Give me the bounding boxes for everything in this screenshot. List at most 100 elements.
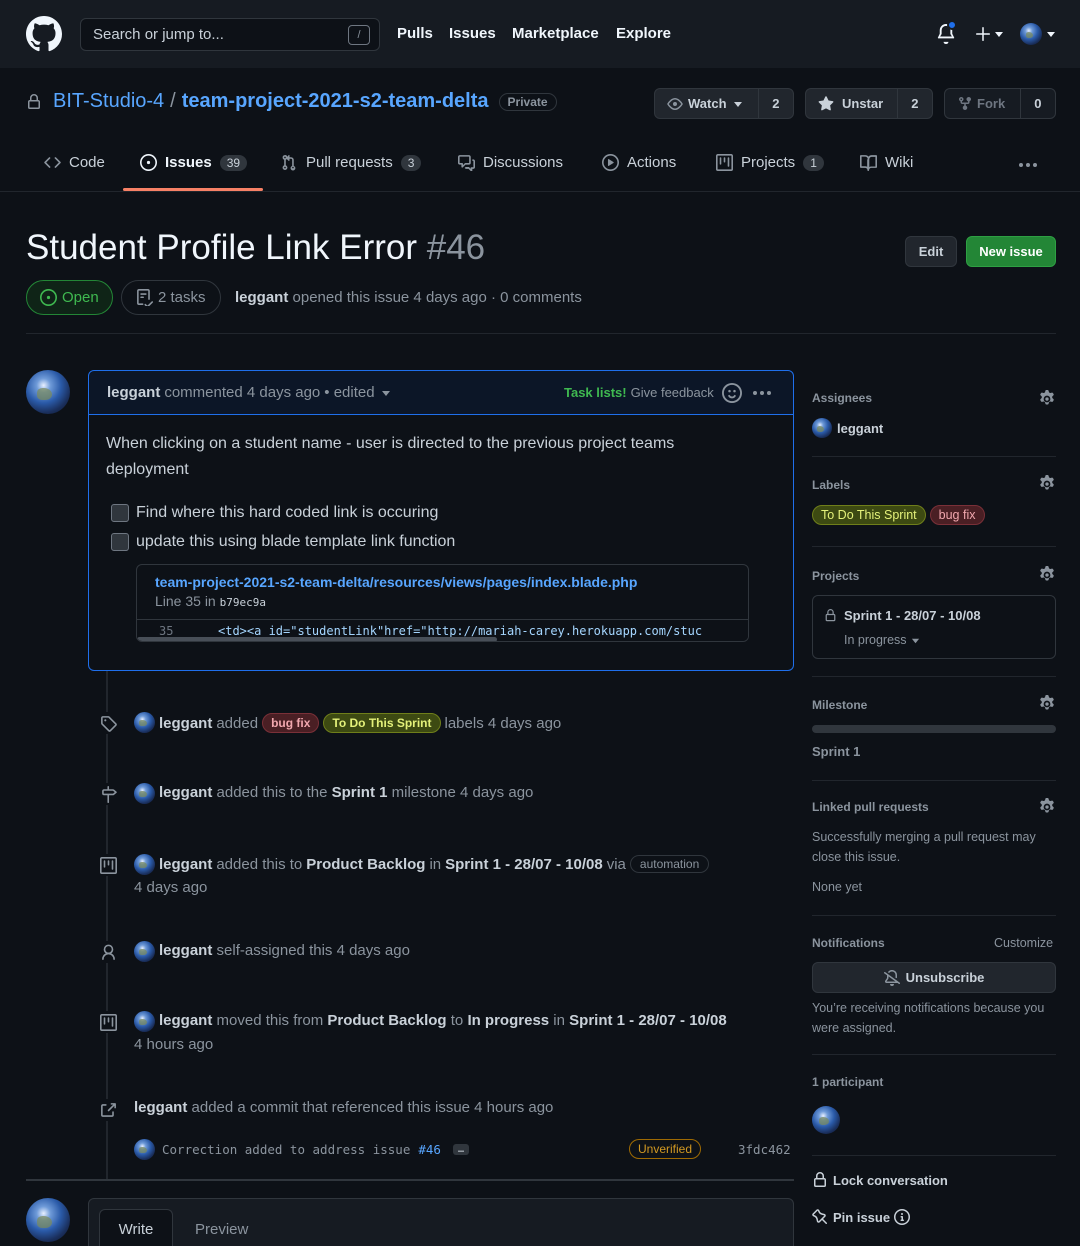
- participant-avatar[interactable]: [812, 1106, 840, 1134]
- sidebar-divider: [812, 780, 1056, 781]
- label-to-do-this-sprint[interactable]: To Do This Sprint: [323, 713, 441, 733]
- gear-icon[interactable]: [1038, 390, 1056, 408]
- repo-owner-link[interactable]: BIT-Studio-4: [53, 90, 164, 113]
- info-icon[interactable]: [894, 1209, 911, 1225]
- project-card-name[interactable]: Sprint 1 - 28/07 - 10/08: [844, 608, 981, 623]
- repo-name-link[interactable]: team-project-2021-s2-team-delta: [182, 90, 489, 113]
- fork-count[interactable]: 0: [1019, 89, 1055, 118]
- notifications-bell-icon[interactable]: [936, 20, 957, 44]
- tab-issues[interactable]: Issues 39: [140, 154, 248, 171]
- unsubscribe-button[interactable]: Unsubscribe: [812, 962, 1056, 993]
- commit-author-avatar[interactable]: [134, 1139, 155, 1160]
- commit-row: Correction added to address issue #46 …: [162, 1142, 469, 1157]
- lock-conversation-button[interactable]: Lock conversation: [812, 1172, 948, 1188]
- commit-message-link[interactable]: Correction added to address issue: [162, 1142, 410, 1157]
- assignee-name-link[interactable]: leggant: [837, 421, 883, 436]
- tab-code-label: Code: [69, 154, 105, 171]
- tab-actions-label: Actions: [627, 154, 677, 171]
- project-status-dropdown[interactable]: In progress: [844, 633, 920, 647]
- horizontal-scrollbar[interactable]: [137, 637, 497, 641]
- event-user-avatar[interactable]: [134, 854, 155, 875]
- edit-issue-button[interactable]: Edit: [905, 236, 957, 267]
- fork-button[interactable]: Fork 0: [944, 88, 1056, 119]
- to-column-name: In progress: [467, 1012, 550, 1029]
- smiley-icon[interactable]: [722, 383, 742, 403]
- event-timestamp[interactable]: 4 days ago: [134, 879, 207, 896]
- current-user-avatar: [26, 1198, 70, 1242]
- commit-sha-link[interactable]: 3fdc462: [738, 1142, 791, 1157]
- event-user-avatar[interactable]: [134, 712, 155, 733]
- issue-reference-link[interactable]: #46: [418, 1142, 441, 1157]
- code-permalink-snippet: team-project-2021-s2-team-delta/resource…: [136, 564, 749, 642]
- give-feedback-link[interactable]: Give feedback: [631, 385, 714, 400]
- project-link[interactable]: Sprint 1 - 28/07 - 10/08: [569, 1012, 727, 1029]
- watch-button[interactable]: Watch 2: [654, 88, 794, 119]
- tab-actions[interactable]: Actions: [602, 154, 676, 171]
- event-user-link[interactable]: leggant: [134, 1099, 187, 1116]
- comment-author-link[interactable]: leggant: [107, 384, 160, 401]
- event-user-link[interactable]: leggant: [159, 1012, 212, 1029]
- project-card[interactable]: Sprint 1 - 28/07 - 10/08 In progress: [812, 595, 1056, 659]
- pin-issue-button[interactable]: Pin issue: [812, 1209, 911, 1225]
- event-user-avatar[interactable]: [134, 783, 155, 804]
- nav-marketplace-link[interactable]: Marketplace: [512, 25, 599, 42]
- event-user-link[interactable]: leggant: [159, 784, 212, 801]
- comment-author-avatar[interactable]: [26, 370, 70, 414]
- preview-tab[interactable]: Preview: [195, 1221, 248, 1238]
- task-checkbox[interactable]: [111, 533, 129, 551]
- tab-pull-requests[interactable]: Pull requests 3: [281, 154, 422, 171]
- milestone-name-link[interactable]: Sprint 1: [812, 744, 860, 759]
- tab-code[interactable]: Code: [44, 154, 105, 171]
- watch-count[interactable]: 2: [757, 89, 793, 118]
- label-bug-fix[interactable]: bug fix: [262, 713, 320, 733]
- milestone-link[interactable]: Sprint 1: [332, 784, 388, 801]
- snippet-sha-link[interactable]: b79ec9a: [220, 596, 266, 609]
- event-user-link[interactable]: leggant: [159, 856, 212, 873]
- issue-author-link[interactable]: leggant: [235, 289, 288, 306]
- tab-projects[interactable]: Projects 1: [716, 154, 824, 171]
- write-tab[interactable]: Write: [99, 1209, 173, 1246]
- issue-meta: leggant opened this issue 4 days ago · 0…: [235, 289, 582, 306]
- tab-discussions[interactable]: Discussions: [458, 154, 563, 171]
- more-tabs-kebab-icon[interactable]: [1018, 162, 1038, 168]
- comment-options-kebab-icon[interactable]: [752, 390, 772, 396]
- tab-wiki[interactable]: Wiki: [860, 154, 913, 171]
- task-checkbox[interactable]: [111, 504, 129, 522]
- gear-icon[interactable]: [1038, 475, 1056, 493]
- event-user-link[interactable]: leggant: [159, 715, 212, 732]
- expand-commit-message-button[interactable]: …: [452, 1144, 469, 1155]
- event-user-link[interactable]: leggant: [159, 942, 212, 959]
- unstar-button[interactable]: Unstar 2: [805, 88, 933, 119]
- gear-icon[interactable]: [1038, 566, 1056, 584]
- event-user-avatar[interactable]: [134, 941, 155, 962]
- event-user-avatar[interactable]: [134, 1011, 155, 1032]
- comment-timestamp[interactable]: commented 4 days ago: [164, 384, 320, 401]
- tasks-count-badge[interactable]: 2 tasks: [121, 280, 221, 315]
- gear-icon[interactable]: [1038, 695, 1056, 713]
- checklist-icon: [137, 289, 153, 306]
- event-text: milestone 4 days ago: [391, 784, 534, 801]
- assignee-avatar[interactable]: [812, 418, 832, 438]
- label-to-do-this-sprint[interactable]: To Do This Sprint: [812, 505, 926, 525]
- search-input[interactable]: Search or jump to... /: [80, 18, 380, 51]
- snippet-file-path-link[interactable]: team-project-2021-s2-team-delta/resource…: [155, 574, 637, 590]
- edited-indicator[interactable]: • edited: [324, 384, 374, 401]
- project-link[interactable]: Sprint 1 - 28/07 - 10/08: [445, 856, 603, 873]
- github-logo-icon[interactable]: [26, 16, 62, 52]
- project-icon: [97, 854, 119, 876]
- nav-issues-link[interactable]: Issues: [449, 25, 496, 42]
- new-issue-button[interactable]: New issue: [966, 236, 1056, 267]
- gear-icon[interactable]: [1038, 798, 1056, 816]
- sidebar-divider: [812, 676, 1056, 677]
- event-timestamp[interactable]: 4 hours ago: [134, 1036, 213, 1053]
- nav-pulls-link[interactable]: Pulls: [397, 25, 433, 42]
- create-new-dropdown[interactable]: [975, 26, 1004, 42]
- label-bug-fix[interactable]: bug fix: [929, 505, 985, 525]
- nav-explore-link[interactable]: Explore: [616, 25, 671, 42]
- star-count[interactable]: 2: [896, 89, 932, 118]
- comment-body: When clicking on a student name - user i…: [106, 435, 675, 478]
- unverified-badge[interactable]: Unverified: [629, 1139, 702, 1159]
- user-menu-dropdown[interactable]: [1020, 23, 1056, 45]
- event-verb: added: [216, 714, 259, 732]
- customize-notifications-link[interactable]: Customize: [994, 936, 1053, 950]
